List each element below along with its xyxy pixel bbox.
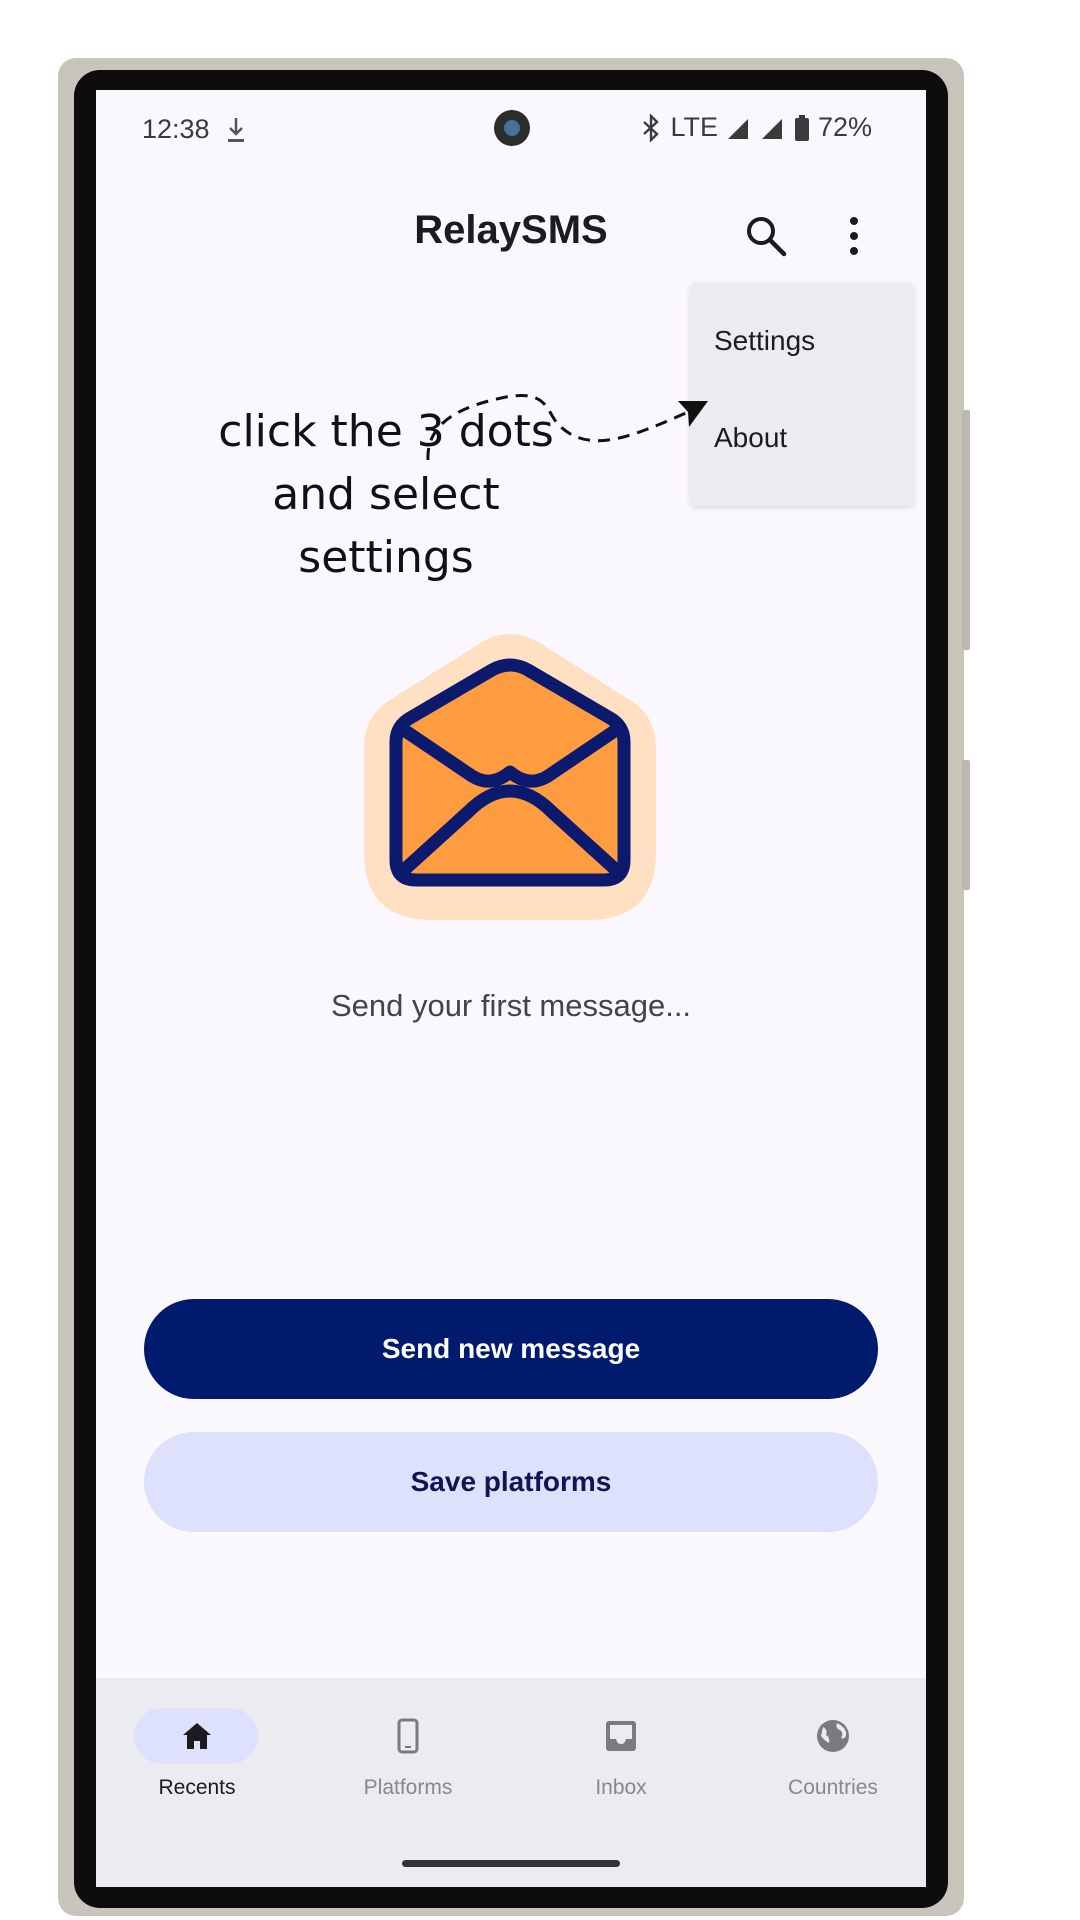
nav-label-platforms: Platforms — [363, 1776, 453, 1799]
nav-item-countries[interactable]: Countries — [733, 1708, 926, 1818]
save-platforms-button[interactable]: Save platforms — [144, 1432, 878, 1532]
empty-state-message: Send your first message... — [330, 988, 692, 1023]
status-time: 12:38 — [142, 114, 210, 144]
status-indicators: LTE 72% — [640, 112, 872, 143]
search-icon[interactable] — [744, 214, 788, 258]
app-screen: 12:38 LTE 72% RelaySMS Settings About cl… — [96, 90, 926, 1887]
globe-icon — [817, 1720, 849, 1752]
annotation-arrow — [426, 394, 708, 461]
home-icon — [183, 1723, 211, 1749]
nav-item-inbox[interactable]: Inbox — [521, 1708, 721, 1818]
nav-label-countries: Countries — [788, 1776, 878, 1799]
open-envelope-icon — [364, 634, 656, 920]
home-indicator — [402, 1860, 620, 1867]
front-camera — [494, 110, 530, 146]
send-new-message-button[interactable]: Send new message — [144, 1299, 878, 1399]
phone-icon — [397, 1718, 419, 1754]
network-type: LTE — [670, 112, 718, 142]
annotation-line: and select — [272, 469, 500, 520]
power-button — [962, 410, 970, 650]
overflow-menu: Settings About — [690, 283, 914, 506]
inbox-icon — [606, 1721, 636, 1751]
bottom-navigation: Recents Platforms Inbox Countries — [96, 1678, 926, 1887]
signal-icon — [727, 118, 748, 139]
nav-label-recents: Recents — [158, 1776, 236, 1799]
annotation-line: settings — [298, 532, 474, 583]
app-title: RelaySMS — [414, 208, 608, 252]
volume-button — [962, 760, 970, 890]
signal-icon-2 — [761, 118, 782, 139]
nav-item-recents[interactable]: Recents — [97, 1708, 297, 1818]
menu-item-about[interactable]: About — [714, 422, 787, 454]
nav-item-platforms[interactable]: Platforms — [308, 1708, 508, 1818]
bluetooth-icon — [643, 113, 660, 142]
status-bar: 12:38 LTE 72% — [96, 90, 926, 170]
download-icon — [228, 118, 244, 142]
nav-label-inbox: Inbox — [595, 1776, 647, 1799]
more-vert-icon[interactable] — [842, 214, 866, 258]
battery-icon — [794, 114, 809, 141]
battery-level: 72% — [817, 112, 872, 142]
menu-item-settings[interactable]: Settings — [714, 325, 815, 357]
